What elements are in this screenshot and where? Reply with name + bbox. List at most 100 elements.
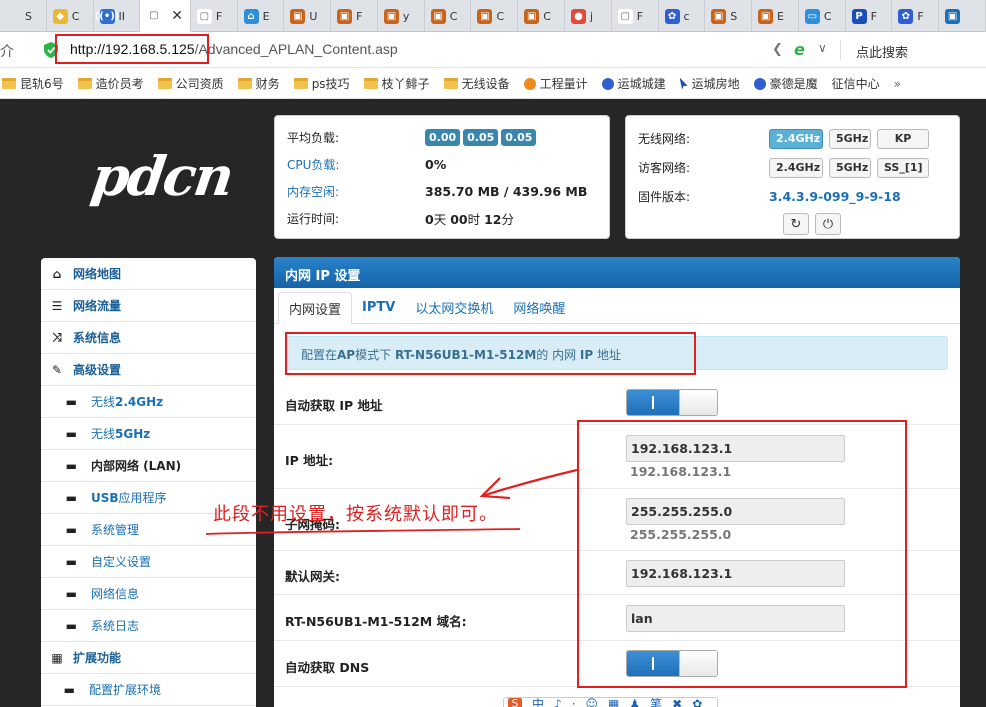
sidebar-item-net-info[interactable]: ▬ 网络信息 — [41, 578, 256, 610]
memory-link[interactable]: 内存空闲: — [287, 183, 425, 200]
tab-favicon-icon: ▣ — [337, 8, 353, 24]
sidebar-item-advanced[interactable]: ✎ 高级设置 — [41, 354, 256, 386]
tab-favicon-icon: ▢ — [617, 8, 633, 24]
guest-ss-button[interactable]: SS_[1] — [877, 157, 929, 178]
sidebar-item-wireless-24[interactable]: ▬ 无线 2.4GHz — [41, 386, 256, 418]
bookmarks-more-icon[interactable]: » — [894, 77, 901, 91]
dhcp-toggle[interactable] — [626, 389, 718, 416]
browser-mode-icon[interactable]: e — [794, 40, 805, 59]
bookmark-item[interactable]: 枝丫鲱子 — [363, 75, 430, 92]
ime-button[interactable]: ♪ — [554, 698, 562, 707]
bookmark-item[interactable]: 征信中心 — [0, 75, 880, 180]
sidebar-item-network-map[interactable]: ⌂ 网络地图 — [41, 258, 256, 290]
browser-tab[interactable]: S — [0, 0, 47, 32]
firmware-version-link[interactable]: 3.4.3.9-099_9-9-18 — [769, 189, 901, 204]
guest-24ghz-button[interactable]: 2.4GHz — [769, 157, 823, 178]
bookmark-item[interactable]: 财务 — [237, 75, 280, 92]
cpu-link[interactable]: CPU负载: — [287, 156, 425, 173]
sidebar-item-system-info[interactable]: ⤨ 系统信息 — [41, 322, 256, 354]
browser-tab[interactable]: ▢ F — [191, 0, 238, 32]
close-icon[interactable]: ✕ — [171, 8, 183, 24]
ime-toolbar[interactable]: S 中 ♪ · ☺ ▦ ♟ 笔 ✖ ✿ — [503, 697, 718, 707]
chevron-down-icon[interactable]: ∨ — [818, 41, 827, 55]
browser-tab[interactable]: ▣ U — [284, 0, 332, 32]
sidebar-item-custom[interactable]: ▬ 自定义设置 — [41, 546, 256, 578]
browser-tab[interactable]: ▣ C — [425, 0, 472, 32]
browser-tab[interactable]: ▢ ✕ — [140, 0, 191, 32]
browser-tab[interactable]: ✿ c — [659, 0, 706, 32]
browser-tab[interactable]: ▣ — [939, 0, 986, 32]
sidebar-item-traffic[interactable]: ☰ 网络流量 — [41, 290, 256, 322]
browser-tab[interactable]: ▣ C — [518, 0, 565, 32]
tab-title: F — [870, 9, 877, 23]
sidebar-item-label: 应用程序 — [118, 491, 167, 505]
tab-favicon-icon: ▣ — [290, 8, 306, 24]
bookmark-item[interactable]: 运城城建 — [601, 75, 666, 92]
browser-tab[interactable]: ▣ S — [705, 0, 753, 32]
search-input[interactable]: 点此搜索 — [856, 42, 908, 61]
bookmark-item[interactable]: 工程量计 — [523, 75, 588, 92]
tab-2[interactable]: 以太网交换机 — [405, 291, 503, 323]
browser-tab[interactable]: ▣ F — [331, 0, 378, 32]
guest-5ghz-button[interactable]: 5GHz — [829, 157, 871, 178]
bookmark-label: 工程量计 — [539, 77, 588, 91]
power-icon[interactable]: ⏻ — [815, 213, 841, 235]
bookmark-item[interactable]: 公司资质 — [157, 75, 224, 92]
ime-button[interactable]: S — [508, 698, 522, 707]
ime-button[interactable]: 中 — [532, 698, 544, 707]
bookmark-item[interactable]: 昆轨6号 — [2, 75, 64, 92]
tab-1[interactable]: IPTV — [352, 291, 405, 323]
tab-3[interactable]: 网络唤醒 — [503, 291, 575, 323]
wireless-kp-button[interactable]: KP — [877, 128, 929, 149]
ime-button[interactable]: ▦ — [608, 698, 619, 707]
bookmark-item[interactable]: 无线设备 — [443, 75, 510, 92]
share-icon[interactable]: ❮ — [772, 42, 783, 57]
browser-tab[interactable]: ((•)) II — [94, 0, 141, 32]
ime-button[interactable]: · — [572, 698, 576, 707]
load-badge: 0.05 — [501, 129, 537, 146]
tab-favicon-icon — [6, 8, 21, 24]
tab-0[interactable]: 内网设置 — [278, 292, 353, 324]
ime-button[interactable]: ♟ — [629, 698, 640, 707]
browser-tab[interactable]: ◆ C — [47, 0, 94, 32]
bookmark-label: 昆轨6号 — [20, 77, 64, 91]
browser-tab[interactable]: ▣ y — [378, 0, 425, 32]
browser-tab[interactable]: ▢ F — [612, 0, 659, 32]
ime-button[interactable]: ☺ — [586, 698, 599, 707]
bookmark-item[interactable]: 豪德是魔 — [753, 75, 818, 92]
bookmark-item[interactable]: 运城房地 — [679, 75, 740, 92]
browser-tab[interactable]: ▣ C — [471, 0, 519, 32]
tab-favicon-icon: ▣ — [758, 8, 774, 24]
highlight-box-info — [285, 332, 696, 375]
tab-title: C — [496, 9, 505, 23]
uptime-row: 运行时间: 0天 00时 12分 — [287, 205, 597, 232]
wireless-5ghz-button[interactable]: 5GHz — [829, 128, 871, 149]
tab-title: E — [262, 9, 270, 23]
sidebar-item-syslog[interactable]: ▬ 系统日志 — [41, 610, 256, 642]
sidebar-item-extensions[interactable]: ▦ 扩展功能 — [41, 642, 256, 674]
ime-button[interactable]: 笔 — [650, 698, 662, 707]
browser-tab[interactable]: PF — [846, 0, 893, 32]
sidebar-item-label-bold: USB — [91, 490, 119, 505]
sidebar-item-label: 网络信息 — [91, 587, 140, 601]
sidebar-item-ext-config[interactable]: ▬ 配置扩展环境 — [41, 674, 256, 706]
browser-tab[interactable]: ✿ F — [892, 0, 940, 32]
browser-tab[interactable]: ● j — [565, 0, 612, 32]
back-icon[interactable]: 介 — [0, 41, 14, 61]
ime-button[interactable]: ✿ — [692, 698, 702, 707]
browser-tab[interactable]: ⌂ E — [238, 0, 285, 32]
wireless-24ghz-button[interactable]: 2.4GHz — [769, 128, 823, 149]
bookmark-item[interactable]: 造价员考 — [77, 75, 144, 92]
tab-title: F — [356, 9, 363, 23]
browser-tab[interactable]: ▭ C — [799, 0, 846, 32]
highlight-box-url — [55, 34, 209, 64]
highlight-box-fields — [577, 420, 907, 688]
sidebar-item-wireless-5[interactable]: ▬ 无线 5GHz — [41, 418, 256, 450]
bookmark-label: 公司资质 — [175, 77, 224, 91]
memory-value: 385.70 MB / 439.96 MB — [425, 184, 588, 199]
refresh-icon[interactable]: ↻ — [783, 213, 809, 235]
bookmark-item[interactable]: ps技巧 — [293, 75, 350, 92]
ime-button[interactable]: ✖ — [672, 698, 682, 707]
sidebar-item-lan[interactable]: ▬ 内部网络 (LAN) — [41, 450, 256, 482]
browser-tab[interactable]: ▣ E — [752, 0, 799, 32]
